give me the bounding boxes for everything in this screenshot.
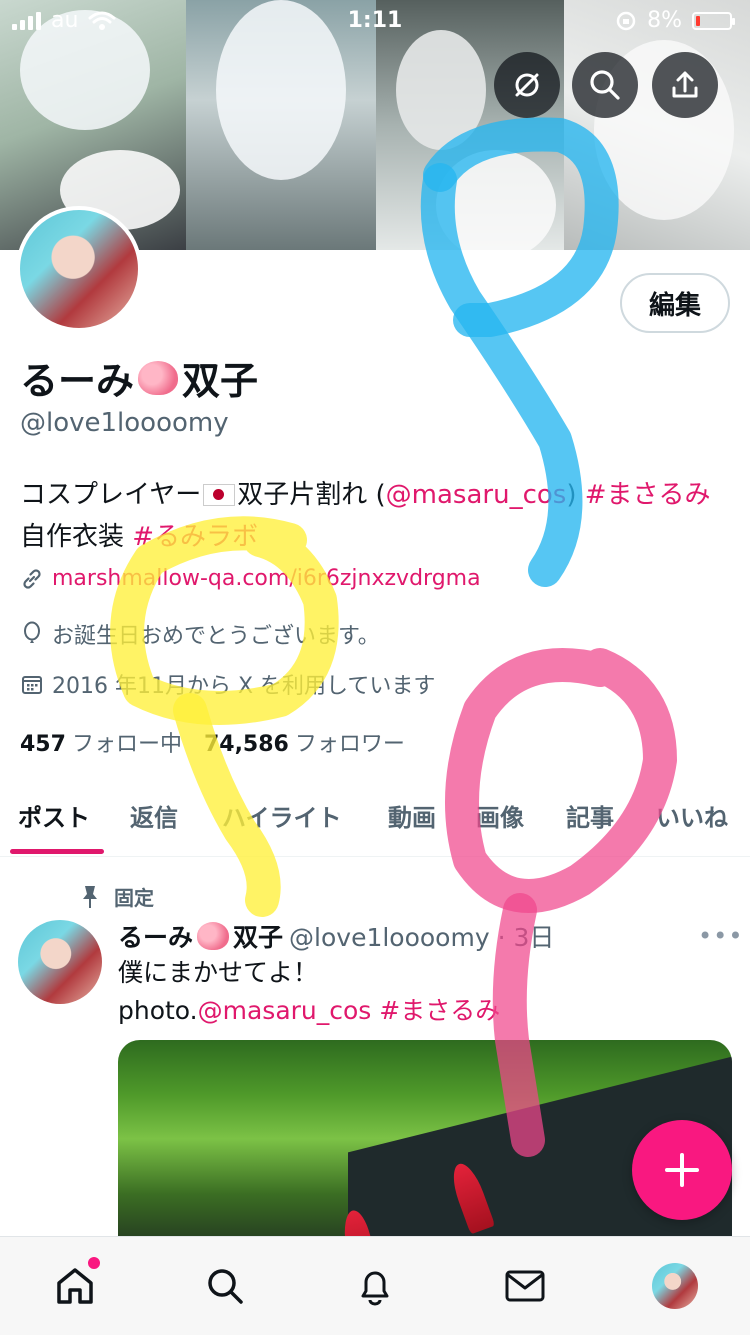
bio-hashtag-link[interactable]: #まさるみ xyxy=(585,480,711,510)
post-author-avatar[interactable] xyxy=(18,920,102,1004)
status-bar: au 1:11 8% xyxy=(0,0,750,40)
link-icon xyxy=(23,568,41,589)
hide-icon xyxy=(515,73,539,97)
pinned-label: 固定 xyxy=(80,882,154,911)
active-tab-indicator xyxy=(10,849,104,854)
profile-bio: コスプレイヤー 双子片割れ (@masaru_cos) #まさるみ 自作衣装 #る… xyxy=(20,480,711,552)
profile-website: marshmallow-qa.com/i6r6zjnxzvdrgma xyxy=(20,566,481,591)
calendar-icon xyxy=(22,676,42,694)
search-button[interactable] xyxy=(572,52,638,118)
followers-link[interactable]: 74,586 フォロワー xyxy=(204,726,405,758)
profile-tabs: ポスト 返信 ハイライト 動画 画像 記事 いいね xyxy=(0,788,750,857)
compose-button[interactable] xyxy=(632,1120,732,1220)
balloon-icon xyxy=(24,621,40,643)
profile-joined: 2016 年11月から X を利用しています xyxy=(20,668,435,700)
post-more-button[interactable]: ••• xyxy=(698,922,743,950)
tab-highlights[interactable]: ハイライト xyxy=(222,798,342,833)
home-notification-dot xyxy=(86,1255,102,1271)
battery-percent: 8% xyxy=(647,8,682,33)
post-author-name[interactable]: るーみ 双子 xyxy=(118,918,283,954)
brain-emoji-icon xyxy=(138,360,179,395)
pin-icon xyxy=(83,885,97,908)
nav-profile-avatar xyxy=(652,1263,698,1309)
brain-emoji-icon xyxy=(197,922,230,950)
tab-images[interactable]: 画像 xyxy=(476,798,524,833)
display-name: るーみ 双子 xyxy=(20,359,259,403)
post-text: 僕にまかせてよ！ photo.@masaru_cos #まさるみ xyxy=(118,958,501,1025)
tab-likes[interactable]: いいね xyxy=(656,798,728,833)
japan-flag-icon xyxy=(203,484,236,506)
search-icon xyxy=(208,1269,243,1304)
edit-profile-button[interactable]: 編集 xyxy=(620,273,730,333)
post-hashtag-link[interactable]: #まさるみ xyxy=(371,996,500,1025)
bio-mention-link[interactable]: @masaru_cos xyxy=(386,480,567,510)
nav-search[interactable] xyxy=(200,1261,250,1311)
notifications-icon xyxy=(361,1271,389,1306)
tab-replies[interactable]: 返信 xyxy=(130,798,178,833)
post-mention-link[interactable]: @masaru_cos xyxy=(198,996,372,1025)
messages-icon xyxy=(505,1270,545,1302)
compose-icon xyxy=(665,1153,699,1187)
post-header: るーみ 双子 @love1loooomy · 3日 xyxy=(118,918,554,954)
post-handle-time: @love1loooomy · 3日 xyxy=(289,923,555,952)
profile-avatar[interactable] xyxy=(16,206,142,332)
hide-button[interactable] xyxy=(494,52,560,118)
website-link[interactable]: marshmallow-qa.com/i6r6zjnxzvdrgma xyxy=(52,566,481,591)
home-icon xyxy=(57,1268,93,1304)
tab-videos[interactable]: 動画 xyxy=(388,798,436,833)
tab-articles[interactable]: 記事 xyxy=(566,798,614,833)
profile-handle: @love1loooomy xyxy=(20,408,229,438)
share-button[interactable] xyxy=(652,52,718,118)
search-icon xyxy=(590,70,620,100)
lock-rotation-icon xyxy=(616,11,636,30)
battery-icon xyxy=(692,11,735,30)
share-icon xyxy=(672,71,698,98)
nav-profile[interactable] xyxy=(650,1261,700,1311)
following-link[interactable]: 457 フォロー中 xyxy=(20,726,182,758)
nav-messages[interactable] xyxy=(500,1261,550,1311)
profile-birthday: お誕生日おめでとうございます。 xyxy=(20,618,380,650)
bio-hashtag-link-2[interactable]: #るみラボ xyxy=(132,522,258,552)
tab-posts[interactable]: ポスト xyxy=(18,798,90,833)
nav-notifications[interactable] xyxy=(350,1261,400,1311)
bottom-navigation xyxy=(0,1236,750,1335)
follow-stats: 457 フォロー中 74,586 フォロワー xyxy=(20,726,405,758)
